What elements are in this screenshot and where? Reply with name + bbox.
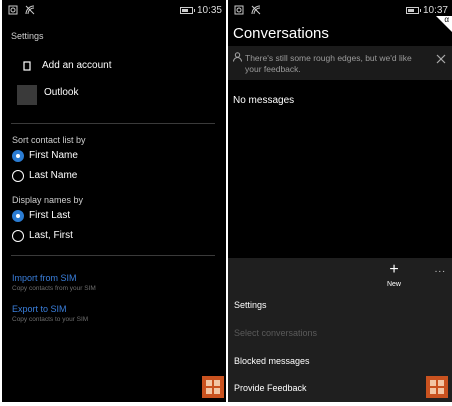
import-sim-description: Copy contacts from your SIM [12,285,96,292]
status-bar: 10:37 [228,0,452,22]
no-signal-icon [251,5,261,15]
display-last-first-radio[interactable]: Last, First [12,229,132,243]
feedback-banner[interactable]: There's still some rough edges, but we'd… [228,46,452,80]
radio-checked-icon [12,210,24,222]
watermark-logo-icon [202,376,224,398]
menu-item-blocked-messages[interactable]: Blocked messages [234,356,310,366]
contacts-settings-screen: 10:35 Settings Add an account Outlook So… [2,0,226,402]
battery-icon [405,7,421,14]
radio-label: First Name [29,150,78,161]
radio-unchecked-icon [12,230,24,242]
app-bar-menu: + New ... Settings Select conversations … [228,258,452,402]
radio-unchecked-icon [12,170,24,182]
outlook-account-avatar [17,85,37,105]
alpha-badge-label: α [444,15,449,24]
banner-text-line1: There's still some rough edges, but we'd… [245,53,412,63]
radio-label: First Last [29,210,71,221]
notification-icon [234,5,244,15]
watermark-logo-icon [426,376,448,398]
menu-item-select-conversations: Select conversations [234,328,318,338]
new-button-label: New [386,281,401,288]
divider [11,123,215,124]
outlook-account-label: Outlook [44,87,79,98]
messaging-conversations-screen: 10:37 α Conversations There's still some… [228,0,452,402]
import-sim-label: Import from SIM [12,273,77,283]
battery-icon [179,7,195,14]
export-sim-label: Export to SIM [12,304,67,314]
display-first-last-radio[interactable]: First Last [12,209,132,223]
banner-text-line2: your feedback. [245,64,301,74]
close-icon[interactable] [436,54,446,64]
radio-label: Last Name [29,170,78,181]
no-signal-icon [25,5,35,15]
person-icon [233,52,242,62]
export-to-sim-link[interactable]: Export to SIM Copy contacts to your SIM [12,304,172,328]
add-icon: + [389,261,399,278]
add-account-button[interactable]: Add an account [11,58,211,76]
phone-icon [23,61,31,71]
display-group-label: Display names by [12,195,84,205]
page-title: Conversations [233,25,329,42]
menu-item-provide-feedback[interactable]: Provide Feedback [234,383,307,393]
empty-state-text: No messages [233,95,295,106]
sort-group-label: Sort contact list by [12,135,86,145]
sort-first-name-radio[interactable]: First Name [12,149,132,163]
export-sim-description: Copy contacts to your SIM [12,316,89,323]
import-from-sim-link[interactable]: Import from SIM Copy contacts from your … [12,273,172,297]
menu-item-settings[interactable]: Settings [234,300,267,310]
status-bar: 10:35 [2,0,226,22]
status-time: 10:35 [196,5,222,16]
new-conversation-button[interactable]: + New [380,262,408,292]
radio-label: Last, First [29,230,73,241]
radio-checked-icon [12,150,24,162]
outlook-account-item[interactable]: Outlook [11,83,211,107]
notification-icon [8,5,18,15]
divider [11,255,215,256]
add-account-label: Add an account [42,60,112,71]
sort-last-name-radio[interactable]: Last Name [12,169,132,183]
page-title: Settings [11,31,44,41]
more-options-icon[interactable]: ... [435,264,446,275]
